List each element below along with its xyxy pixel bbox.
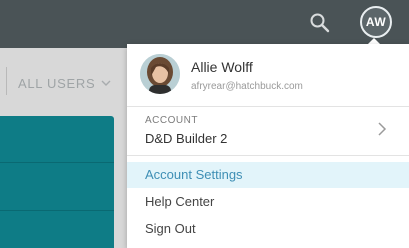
panel-row-divider <box>0 210 114 211</box>
panel-row-divider <box>0 162 114 163</box>
chevron-right-icon <box>378 122 387 136</box>
user-profile-header: Allie Wolff afryrear@hatchbuck.com <box>127 44 409 106</box>
filter-label: ALL USERS <box>18 75 96 91</box>
menu-item-account-settings[interactable]: Account Settings <box>127 162 409 188</box>
search-button[interactable] <box>308 11 332 35</box>
profile-photo <box>140 54 180 94</box>
filter-divider <box>6 67 7 95</box>
menu-item-label: Help Center <box>145 194 215 209</box>
menu-item-help-center[interactable]: Help Center <box>127 189 409 215</box>
account-label: ACCOUNT <box>145 115 198 126</box>
user-email: afryrear@hatchbuck.com <box>191 81 303 92</box>
top-navigation-bar: AW <box>0 0 409 48</box>
menu-item-label: Sign Out <box>145 221 196 236</box>
user-menu-dropdown: Allie Wolff afryrear@hatchbuck.com ACCOU… <box>127 44 409 248</box>
menu-divider <box>127 155 409 156</box>
user-filter-dropdown[interactable]: ALL USERS <box>18 75 111 91</box>
user-avatar-button[interactable]: AW <box>360 6 392 38</box>
account-switcher[interactable]: ACCOUNT D&D Builder 2 <box>127 107 409 153</box>
user-name: Allie Wolff <box>191 59 253 75</box>
content-panel <box>0 116 114 248</box>
menu-item-label: Account Settings <box>145 167 243 182</box>
account-name: D&D Builder 2 <box>145 131 228 146</box>
search-icon <box>310 13 330 33</box>
chevron-down-icon <box>101 80 111 86</box>
menu-item-sign-out[interactable]: Sign Out <box>127 216 409 242</box>
